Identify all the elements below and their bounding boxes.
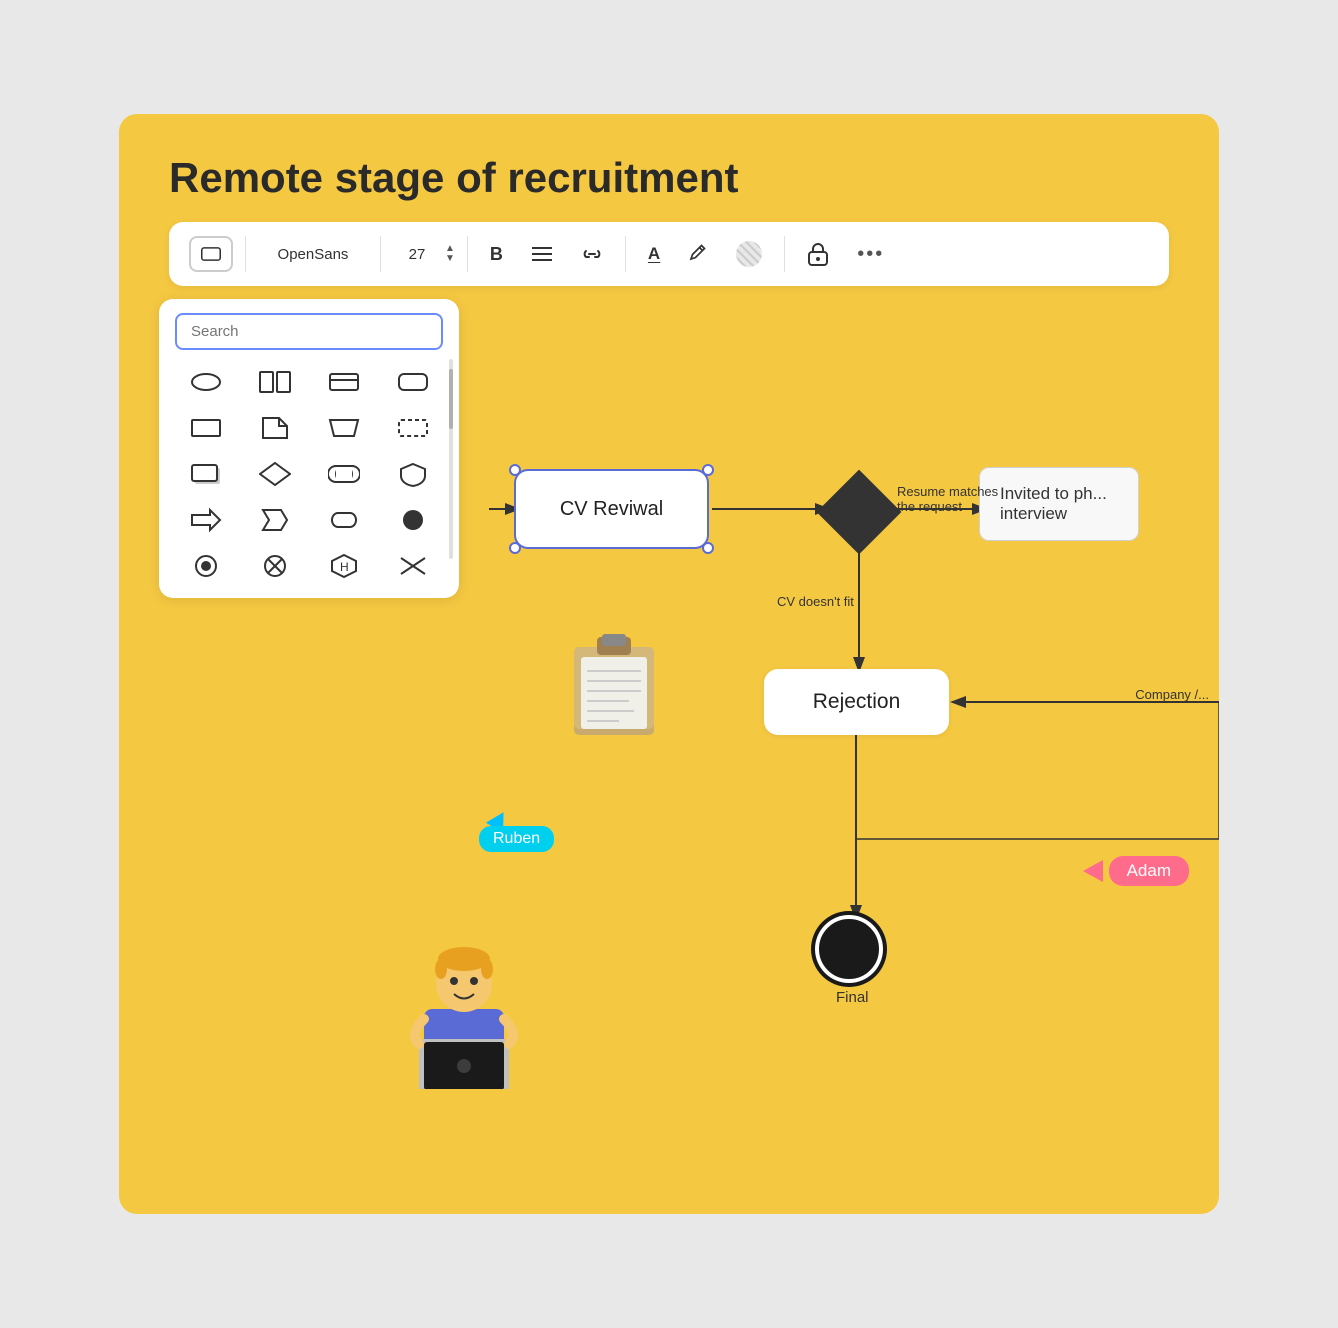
text-color-button[interactable]: A xyxy=(638,238,670,270)
shape-picker-button[interactable] xyxy=(189,236,233,272)
shape-doc-folded[interactable] xyxy=(244,410,305,446)
shape-circle-x[interactable] xyxy=(244,548,305,584)
handle-tr[interactable] xyxy=(702,464,714,476)
toolbar-divider-1 xyxy=(245,236,246,272)
shape-cross[interactable] xyxy=(382,548,443,584)
adam-cursor-icon xyxy=(1083,860,1103,882)
pen-button[interactable] xyxy=(678,238,718,270)
shape-rect-rounded[interactable] xyxy=(382,364,443,400)
font-size-control: 27 ▲ ▼ xyxy=(393,244,455,264)
svg-text:H: H xyxy=(340,560,349,574)
shape-trapezoid[interactable] xyxy=(313,410,374,446)
align-button[interactable] xyxy=(521,239,563,269)
shape-diamond[interactable] xyxy=(244,456,305,492)
lock-button[interactable] xyxy=(797,236,839,272)
final-label: Final xyxy=(836,989,869,1006)
shape-pill[interactable] xyxy=(313,502,374,538)
shape-panel-scrollbar[interactable] xyxy=(449,359,453,559)
ruben-cursor-label: Ruben xyxy=(479,826,554,852)
toolbar-divider-3 xyxy=(467,236,468,272)
handle-tl[interactable] xyxy=(509,464,521,476)
final-node[interactable] xyxy=(819,919,879,979)
cv-doesnt-fit-label: CV doesn't fit xyxy=(777,594,854,609)
shape-card[interactable] xyxy=(313,364,374,400)
more-icon: ••• xyxy=(857,243,884,266)
text-color-icon: A xyxy=(648,244,660,264)
shape-dashed-rect[interactable] xyxy=(382,410,443,446)
pattern-button[interactable] xyxy=(726,235,772,273)
shape-stadium[interactable] xyxy=(313,456,374,492)
shape-circle-filled[interactable] xyxy=(382,502,443,538)
main-canvas: Remote stage of recruitment OpenSans 27 … xyxy=(119,114,1219,1214)
cursor-adam: Adam xyxy=(1083,856,1189,886)
shape-arrow-right[interactable] xyxy=(175,502,236,538)
invited-label: Invited to ph...interview xyxy=(1000,484,1107,523)
handle-br[interactable] xyxy=(702,542,714,554)
shape-rect-shadow[interactable] xyxy=(175,456,236,492)
link-button[interactable] xyxy=(571,239,613,269)
shape-hexagon[interactable]: H xyxy=(313,548,374,584)
shape-columns[interactable] xyxy=(244,364,305,400)
toolbar-divider-5 xyxy=(784,236,785,272)
toolbar: OpenSans 27 ▲ ▼ B xyxy=(169,222,1169,286)
font-selector[interactable]: OpenSans xyxy=(258,242,368,267)
character-illustration xyxy=(399,929,529,1094)
cv-revival-label: CV Reviwal xyxy=(560,498,663,521)
shape-panel: H xyxy=(159,299,459,598)
font-size-down[interactable]: ▼ xyxy=(445,254,455,264)
shape-chevron[interactable] xyxy=(244,502,305,538)
company-label: Company /... xyxy=(1135,687,1209,702)
invited-node[interactable]: Invited to ph...interview xyxy=(979,467,1139,541)
adam-cursor-label: Adam xyxy=(1109,856,1189,886)
rejection-node[interactable]: Rejection xyxy=(764,669,949,735)
more-button[interactable]: ••• xyxy=(847,237,894,272)
shape-circle-target[interactable] xyxy=(175,548,236,584)
shape-grid: H xyxy=(175,364,443,584)
cv-revival-node[interactable]: CV Reviwal xyxy=(514,469,709,549)
shape-ellipse[interactable] xyxy=(175,364,236,400)
shape-panel-scrollbar-thumb xyxy=(449,369,453,429)
shape-rect[interactable] xyxy=(175,410,236,446)
clipboard-illustration xyxy=(569,629,659,744)
diamond-node[interactable] xyxy=(817,470,902,555)
cursor-ruben: Ruben xyxy=(489,811,509,829)
handle-bl[interactable] xyxy=(509,542,521,554)
rejection-label: Rejection xyxy=(813,690,901,714)
toolbar-divider-2 xyxy=(380,236,381,272)
page-title: Remote stage of recruitment xyxy=(119,114,1219,222)
bold-button[interactable]: B xyxy=(480,238,513,271)
resume-matches-label: Resume matchesthe request xyxy=(897,484,998,514)
toolbar-divider-4 xyxy=(625,236,626,272)
shape-shield[interactable] xyxy=(382,456,443,492)
shape-search-input[interactable] xyxy=(175,313,443,350)
font-size-input[interactable]: 27 xyxy=(393,246,441,263)
